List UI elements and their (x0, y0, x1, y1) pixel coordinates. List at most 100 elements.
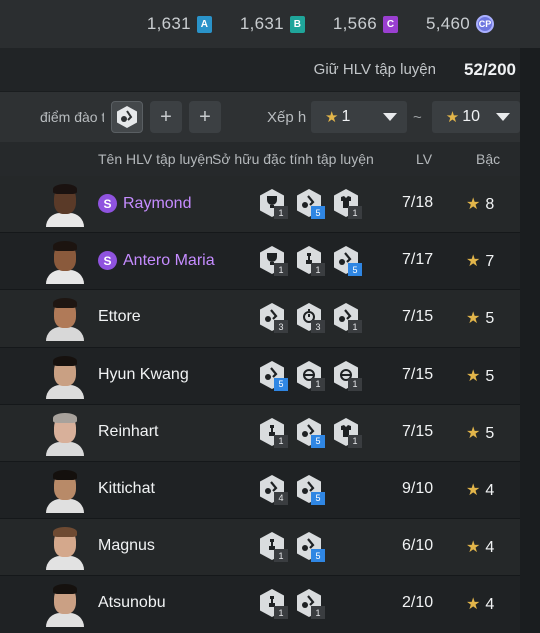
star-icon: ★ (466, 481, 481, 499)
coach-row[interactable]: S Antero Maria 1 1 5 7/17 ★ 7 (0, 233, 520, 291)
coach-row[interactable]: S Raymond 1 5 1 7/18 ★ 8 (0, 176, 520, 234)
column-header-rank[interactable]: Bậc (476, 151, 500, 167)
currency-item: 1,631 B (240, 14, 305, 34)
scrollbar-track[interactable] (522, 48, 540, 633)
trait-level: 1 (348, 377, 362, 391)
kick-filter-icon (117, 106, 137, 128)
coach-name: Atsunobu (98, 594, 166, 612)
stopwatch-trait-icon[interactable]: 3 (295, 302, 325, 334)
trait-level: 1 (311, 263, 325, 277)
quota-label: Giữ HLV tập luyện (313, 61, 436, 78)
coach-panel: Giữ HLV tập luyện 52/200 điểm đào tạ + +… (0, 48, 540, 633)
trait-level: 5 (311, 206, 325, 219)
coach-rank-value: 4 (485, 481, 495, 499)
coach-rank: ★ 5 (466, 366, 494, 386)
currency-value: 1,631 (146, 14, 191, 33)
kick-trait-icon[interactable]: 4 (258, 474, 288, 505)
chess-trait-icon[interactable]: 1 (258, 588, 288, 620)
coach-row[interactable]: Kittichat 4 5 9/10 ★ 4 (0, 461, 520, 520)
coach-name-cell: Hyun Kwang (98, 366, 189, 384)
star-icon: ★ (466, 539, 481, 557)
coach-traits: 1 1 5 (258, 245, 362, 277)
coach-avatar (44, 583, 86, 628)
trait-level: 1 (274, 549, 288, 563)
trait-level: 1 (348, 206, 362, 219)
coach-avatar (44, 526, 86, 571)
coach-level: 9/10 (402, 479, 434, 497)
kick-trait-icon[interactable]: 5 (295, 417, 325, 448)
coach-avatar (44, 297, 86, 342)
shirt-trait-icon[interactable]: 1 (332, 188, 362, 219)
trait-level: 5 (348, 263, 362, 277)
kick-trait-icon[interactable]: 3 (258, 302, 288, 334)
plus-icon: + (160, 105, 172, 128)
rank-max-dropdown[interactable]: ★ 10 (431, 101, 520, 133)
star-icon: ★ (445, 109, 460, 126)
add-filter-button-2[interactable]: + (189, 101, 221, 133)
rank-min-dropdown[interactable]: ★ 1 (311, 101, 407, 133)
chess-trait-icon[interactable]: 1 (258, 531, 288, 563)
coach-name-cell: S Antero Maria (98, 251, 215, 271)
chess-trait-icon[interactable]: 1 (295, 245, 325, 277)
chevron-down-icon (383, 113, 397, 121)
coach-rank-value: 8 (485, 196, 495, 213)
add-filter-button-1[interactable]: + (150, 101, 182, 133)
trait-level: 1 (274, 206, 288, 219)
currency-item: 1,631 A (147, 14, 212, 34)
coach-name: Hyun Kwang (98, 365, 189, 383)
currency-a-icon: A (196, 15, 212, 33)
coach-row[interactable]: Magnus 1 5 6/10 ★ 4 (0, 519, 520, 577)
column-header-name[interactable]: Tên HLV tập luyện (98, 151, 213, 167)
coach-level: 7/18 (402, 194, 434, 211)
coach-rank-value: 5 (485, 367, 495, 385)
kick-trait-icon[interactable]: 5 (295, 531, 325, 563)
coach-row[interactable]: Atsunobu 1 1 2/10 ★ 4 (0, 576, 520, 633)
coach-avatar (44, 355, 86, 399)
coach-row[interactable]: Ettore 3 3 1 7/15 ★ 5 (0, 290, 520, 348)
trait-filter-button[interactable] (111, 101, 143, 133)
coach-rank-value: 4 (485, 596, 495, 614)
star-icon: ★ (466, 367, 481, 385)
training-points-label: điểm đào tạ (40, 109, 104, 125)
star-icon: ★ (466, 310, 481, 328)
coach-rank: ★ 4 (466, 537, 494, 557)
coach-name-cell: Reinhart (98, 423, 158, 441)
coach-traits: 1 5 1 (258, 417, 362, 448)
range-separator: ~ (413, 108, 422, 126)
trait-level: 5 (311, 549, 325, 563)
trait-level: 3 (311, 320, 325, 334)
currency-value: 5,460 (425, 14, 470, 33)
coach-level: 7/15 (402, 365, 434, 383)
special-coach-badge-icon: S (98, 194, 117, 213)
currency-c-icon: C (382, 15, 398, 33)
table-header: Tên HLV tập luyện Sở hữu đặc tính tập lu… (0, 142, 520, 176)
currency-value: 1,566 (332, 14, 377, 33)
star-icon: ★ (325, 109, 339, 126)
trait-level: 1 (274, 263, 288, 277)
kick-trait-icon[interactable]: 1 (332, 302, 362, 334)
coach-row[interactable]: Reinhart 1 5 1 7/15 ★ 5 (0, 404, 520, 462)
trait-level: 1 (348, 320, 362, 334)
ball-trait-icon[interactable]: 1 (295, 360, 325, 391)
kick-trait-icon[interactable]: 5 (258, 360, 288, 391)
coach-name: Reinhart (98, 422, 159, 440)
kick-trait-icon[interactable]: 5 (295, 188, 325, 219)
kick-trait-icon[interactable]: 5 (295, 474, 325, 505)
ball-trait-icon[interactable]: 1 (332, 360, 362, 391)
coach-rank: ★ 7 (466, 251, 494, 271)
column-header-lv[interactable]: LV (416, 151, 432, 167)
coach-traits: 5 1 1 (258, 360, 362, 391)
coach-list: S Raymond 1 5 1 7/18 ★ 8 S Antero Maria 1 1 5 7/17 ★ 7 E… (0, 176, 520, 633)
shirt-trait-icon[interactable]: 1 (332, 417, 362, 448)
kick-trait-icon[interactable]: 5 (332, 245, 362, 277)
coach-row[interactable]: Hyun Kwang 5 1 1 7/15 ★ 5 (0, 347, 520, 405)
kick-trait-icon[interactable]: 1 (295, 588, 325, 620)
coach-level: 2/10 (402, 594, 434, 612)
trait-level: 1 (311, 377, 325, 391)
trophy-trait-icon[interactable]: 1 (258, 245, 288, 277)
trophy-trait-icon[interactable]: 1 (258, 188, 288, 219)
chess-trait-icon[interactable]: 1 (258, 417, 288, 448)
rank-max-value: 10 (462, 108, 481, 125)
coach-traits: 11 (258, 588, 325, 620)
currency-value: 1,631 (239, 14, 284, 33)
